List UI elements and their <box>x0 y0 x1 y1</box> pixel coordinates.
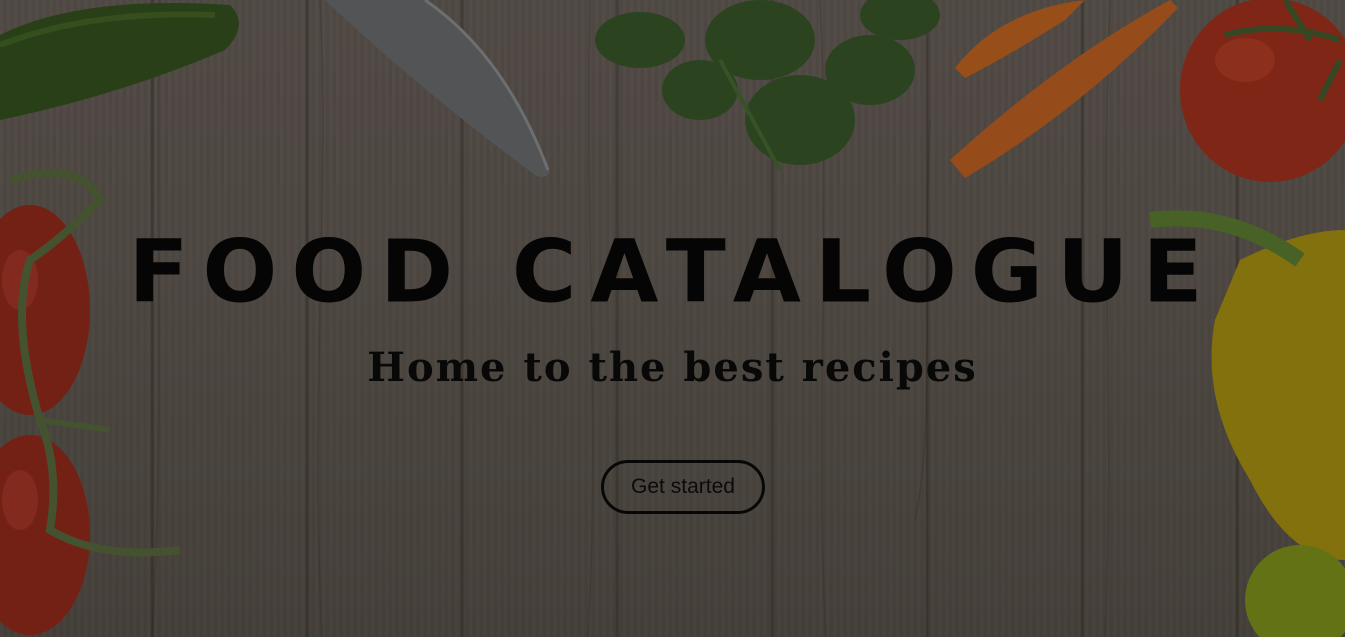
hero-section: FOOD CATALOGUE Home to the best recipes … <box>0 0 1345 637</box>
page-subtitle: Home to the best recipes <box>367 344 978 391</box>
page-title: FOOD CATALOGUE <box>128 221 1217 322</box>
hero-content: FOOD CATALOGUE Home to the best recipes … <box>0 0 1345 637</box>
get-started-button[interactable]: Get started <box>601 460 765 514</box>
